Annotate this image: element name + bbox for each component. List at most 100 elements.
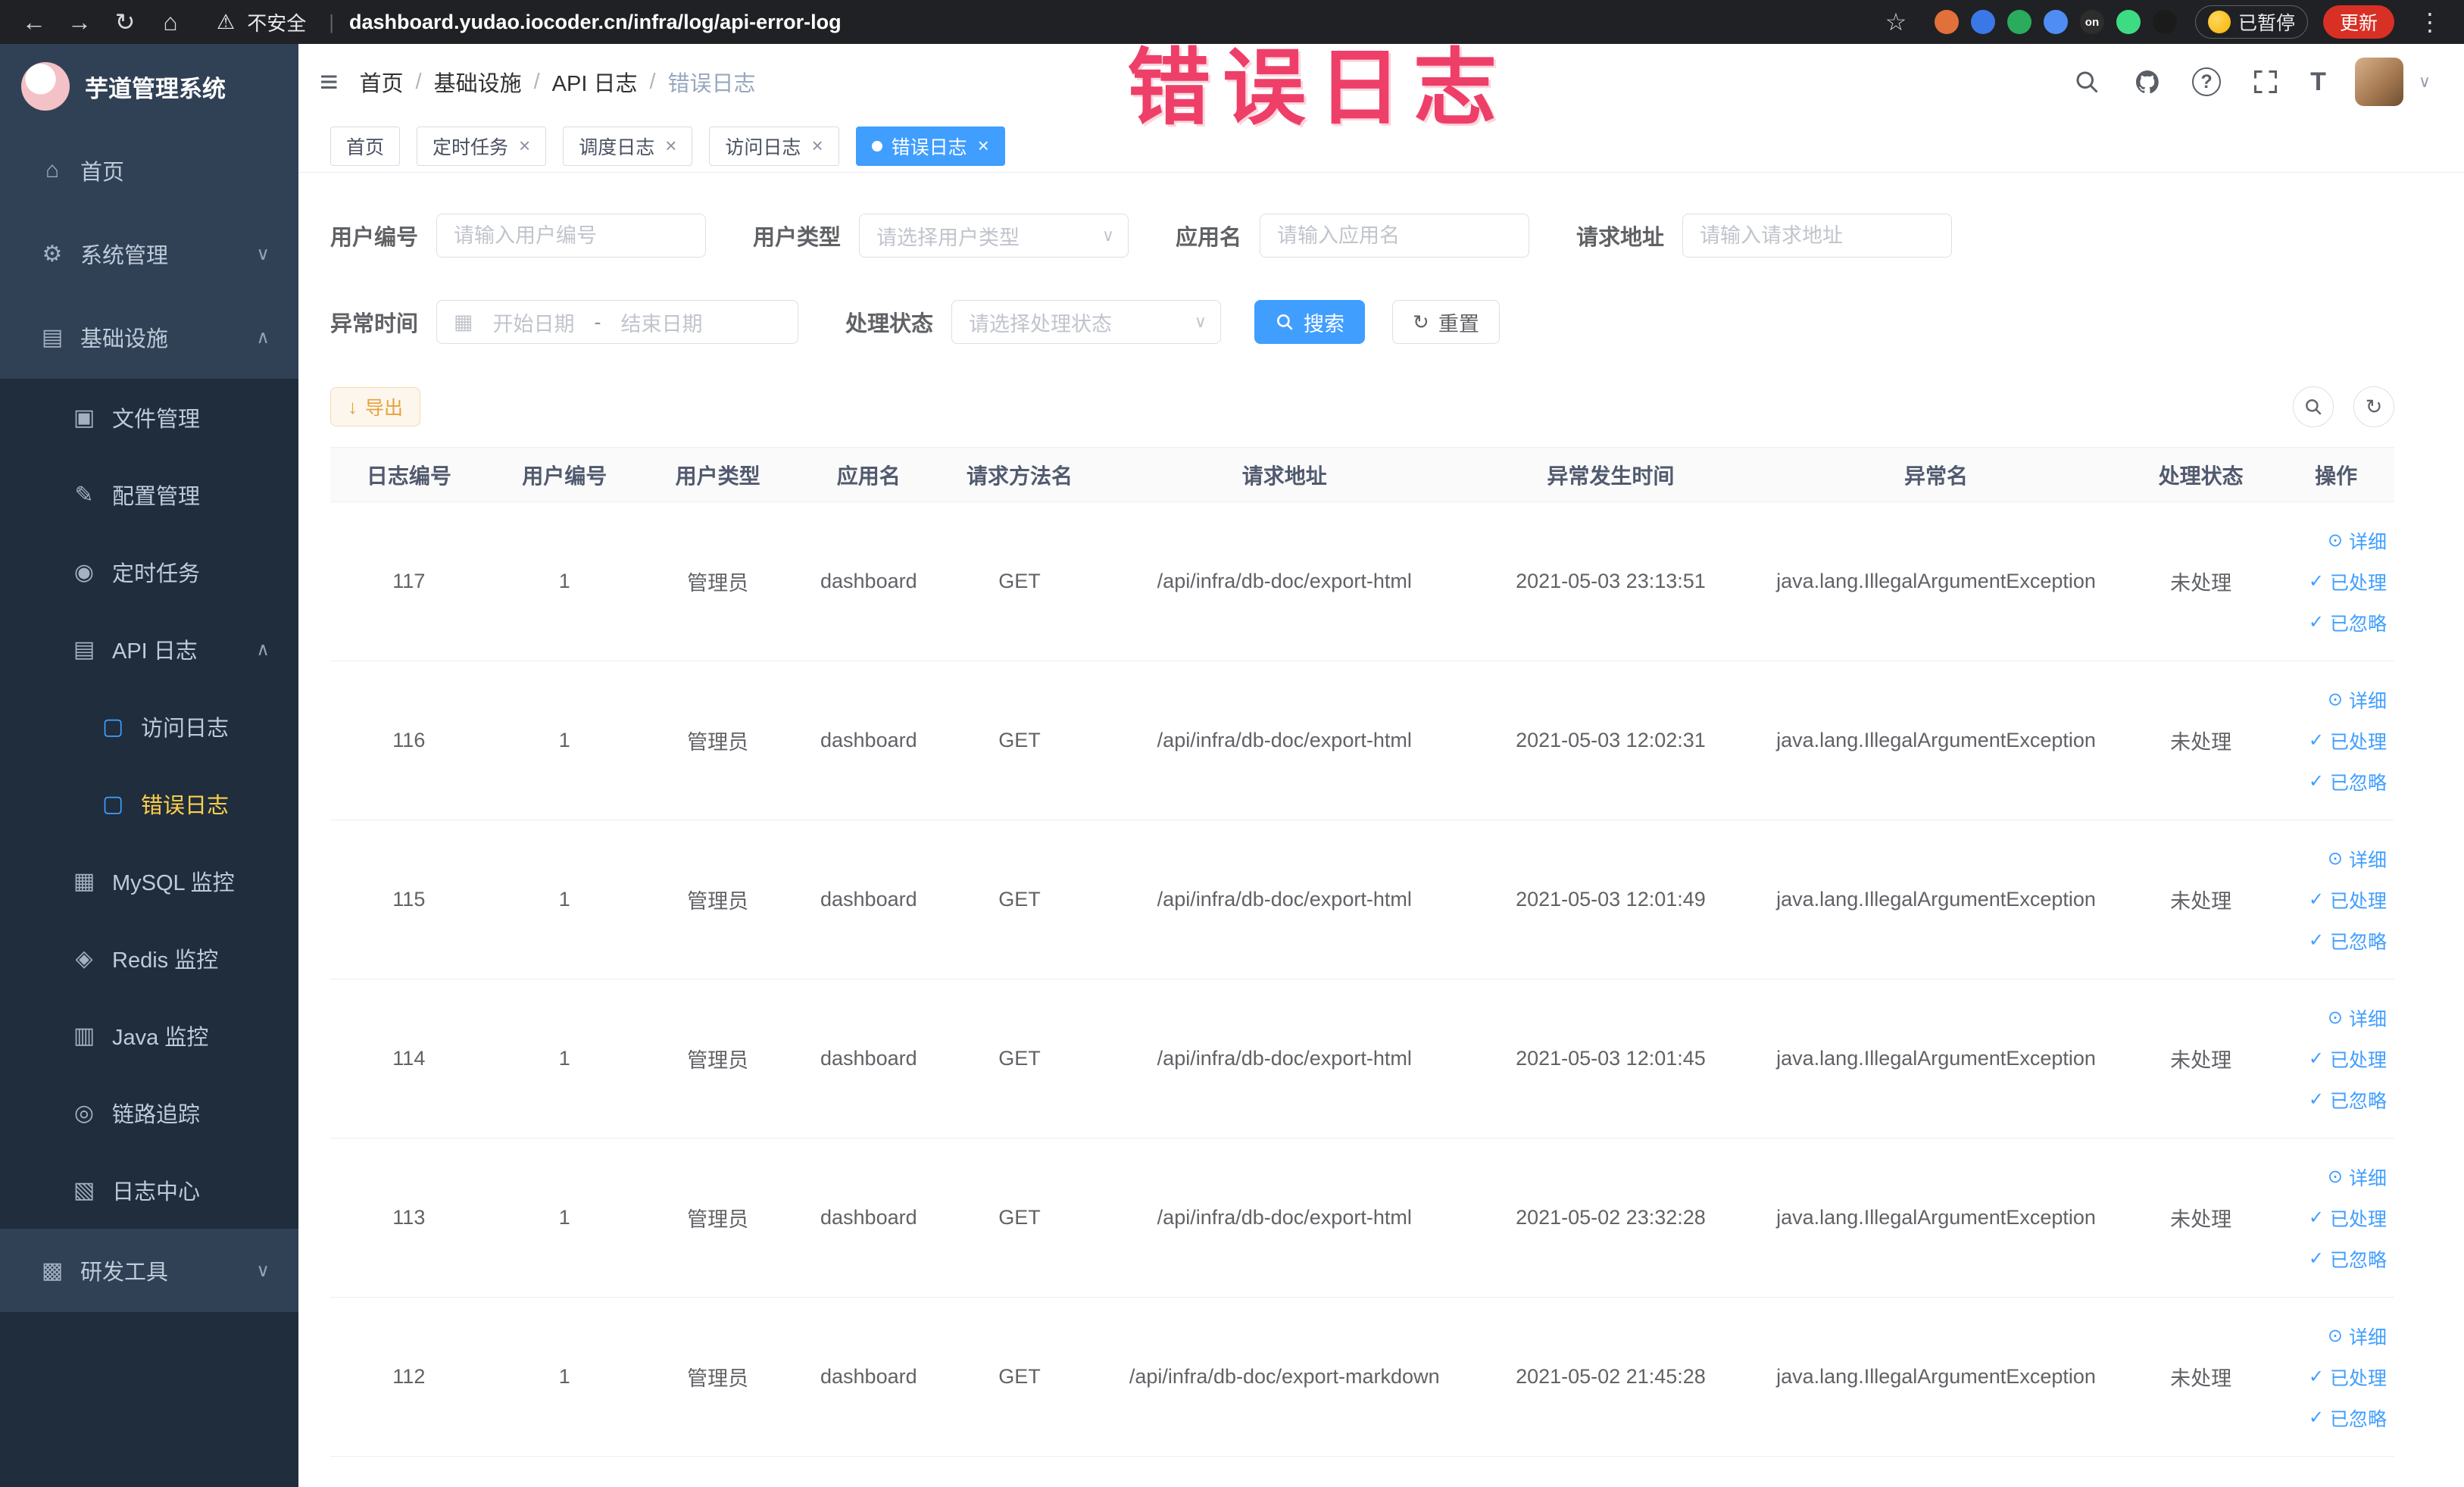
- process-status-select[interactable]: 请选择处理状态 ∨: [951, 300, 1222, 344]
- sidebar-item-mysql-monitor[interactable]: ▦ MySQL 监控: [0, 842, 298, 920]
- main-area: ≡ 首页 / 基础设施 / API 日志 / 错误日志 ? T ∨ 首页 定时任…: [298, 44, 2464, 1487]
- search-button[interactable]: 搜索: [1254, 300, 1366, 344]
- cell-time: 2021-05-03 23:13:51: [1472, 501, 1749, 661]
- action-detail[interactable]: ⊙ 详细: [2328, 527, 2387, 555]
- hamburger-icon[interactable]: ≡: [320, 64, 339, 100]
- cell-method: GET: [943, 1297, 1096, 1457]
- cell-user-id: 1: [487, 1138, 642, 1298]
- tab-error-log[interactable]: 错误日志 ×: [855, 126, 1005, 166]
- action-label: 已忽略: [2329, 1408, 2387, 1430]
- user-id-input[interactable]: [436, 214, 707, 258]
- action-processed[interactable]: ✓ 已处理: [2309, 1204, 2387, 1232]
- search-icon[interactable]: [2071, 66, 2103, 98]
- sidebar-item-api-log[interactable]: ▤ API 日志 ∧: [0, 611, 298, 688]
- paused-badge[interactable]: 已暂停: [2194, 5, 2308, 39]
- bookmark-star-icon[interactable]: ☆: [1875, 2, 1916, 42]
- security-label[interactable]: 不安全: [247, 8, 306, 36]
- infrastructure-icon: ▤: [41, 324, 64, 350]
- cell-id: 116: [330, 661, 488, 820]
- toggle-search-button[interactable]: [2293, 386, 2334, 427]
- action-detail[interactable]: ⊙ 详细: [2328, 686, 2387, 714]
- column-header: 用户编号: [487, 447, 642, 502]
- document-icon: ▢: [101, 714, 124, 739]
- exception-time-range-picker[interactable]: ▦ 开始日期 - 结束日期: [436, 300, 799, 344]
- action-detail[interactable]: ⊙ 详细: [2328, 1004, 2387, 1032]
- action-processed[interactable]: ✓ 已处理: [2309, 886, 2387, 914]
- sidebar-item-scheduled-tasks[interactable]: ◉ 定时任务: [0, 533, 298, 611]
- font-size-icon[interactable]: T: [2310, 67, 2326, 97]
- sidebar-item-trace[interactable]: ◎ 链路追踪: [0, 1074, 298, 1151]
- action-processed[interactable]: ✓ 已处理: [2309, 1364, 2387, 1391]
- view-icon: ⊙: [2327, 1007, 2343, 1028]
- home-icon: ⌂: [45, 158, 60, 183]
- close-icon[interactable]: ×: [978, 134, 989, 158]
- extension-icon-6[interactable]: [2116, 10, 2141, 34]
- action-detail[interactable]: ⊙ 详细: [2328, 1164, 2387, 1191]
- update-button[interactable]: 更新: [2322, 5, 2394, 39]
- action-ignored[interactable]: ✓ 已忽略: [2309, 1086, 2387, 1114]
- request-url-label: 请求地址: [1576, 226, 1665, 250]
- action-ignored[interactable]: ✓ 已忽略: [2309, 768, 2387, 795]
- cell-time: 2021-05-03 12:01:45: [1472, 979, 1749, 1139]
- action-detail[interactable]: ⊙ 详细: [2328, 845, 2387, 873]
- column-header: 异常发生时间: [1472, 447, 1749, 502]
- help-icon[interactable]: ?: [2192, 67, 2222, 96]
- reset-button[interactable]: ↻ 重置: [1392, 300, 1500, 344]
- action-ignored[interactable]: ✓ 已忽略: [2309, 609, 2387, 636]
- sidebar-item-java-monitor[interactable]: ▥ Java 监控: [0, 997, 298, 1074]
- action-processed[interactable]: ✓ 已处理: [2309, 1045, 2387, 1073]
- fullscreen-icon[interactable]: [2250, 66, 2281, 98]
- extension-icon-3[interactable]: [2006, 10, 2031, 34]
- check-icon: ✓: [2308, 1248, 2324, 1269]
- address-bar-url[interactable]: dashboard.yudao.iocoder.cn/infra/log/api…: [349, 11, 842, 34]
- back-icon[interactable]: ←: [14, 2, 55, 42]
- action-ignored[interactable]: ✓ 已忽略: [2309, 1245, 2387, 1273]
- action-detail[interactable]: ⊙ 详细: [2328, 1323, 2387, 1350]
- extension-icon-7[interactable]: [2152, 10, 2177, 34]
- tab-schedule-log[interactable]: 调度日志 ×: [563, 126, 693, 166]
- sidebar-item-access-log[interactable]: ▢ 访问日志: [0, 688, 298, 765]
- folder-icon: ▣: [73, 405, 95, 430]
- extension-icon-2[interactable]: [1970, 10, 1995, 34]
- forward-icon[interactable]: →: [59, 2, 100, 42]
- extension-icon-1[interactable]: [1934, 10, 1959, 34]
- request-url-input[interactable]: [1682, 214, 1953, 258]
- breadcrumb-item[interactable]: 基础设施: [434, 66, 522, 98]
- refresh-table-button[interactable]: ↻: [2353, 386, 2394, 427]
- sidebar-item-redis-monitor[interactable]: ◈ Redis 监控: [0, 920, 298, 997]
- app-name-input[interactable]: [1260, 214, 1530, 258]
- close-icon[interactable]: ×: [811, 134, 823, 158]
- kebab-menu-icon[interactable]: ⋮: [2409, 2, 2450, 42]
- tab-timed-task[interactable]: 定时任务 ×: [417, 126, 547, 166]
- user-type-select[interactable]: 请选择用户类型 ∨: [859, 214, 1129, 258]
- cell-exception: java.lang.IllegalArgumentException: [1748, 1138, 2124, 1298]
- sidebar-logo[interactable]: 芋道管理系统: [0, 44, 298, 129]
- avatar-caret-icon[interactable]: ∨: [2419, 72, 2431, 92]
- breadcrumb-item[interactable]: API 日志: [552, 66, 638, 98]
- extension-icon-4[interactable]: [2043, 10, 2068, 34]
- close-icon[interactable]: ×: [665, 134, 676, 158]
- action-processed[interactable]: ✓ 已处理: [2309, 568, 2387, 595]
- action-processed[interactable]: ✓ 已处理: [2309, 727, 2387, 754]
- browser-home-icon[interactable]: ⌂: [150, 2, 191, 42]
- sidebar-item-infrastructure[interactable]: ▤ 基础设施 ∧: [0, 295, 298, 379]
- user-avatar[interactable]: [2354, 58, 2403, 106]
- sidebar-item-error-log[interactable]: ▢ 错误日志: [0, 765, 298, 842]
- extension-icon-5[interactable]: on: [2079, 10, 2104, 34]
- sidebar-item-home[interactable]: ⌂ 首页: [0, 129, 298, 212]
- tab-access-log[interactable]: 访问日志 ×: [709, 126, 839, 166]
- table-row: 114 1 管理员 dashboard GET/api/infra/db-doc/exp…: [330, 979, 2394, 1139]
- breadcrumb-item[interactable]: 首页: [360, 66, 404, 98]
- sidebar-item-dev-tools[interactable]: ▩ 研发工具 ∨: [0, 1229, 298, 1312]
- sidebar-item-config-management[interactable]: ✎ 配置管理: [0, 456, 298, 533]
- action-ignored[interactable]: ✓ 已忽略: [2309, 1404, 2387, 1432]
- sidebar-item-file-management[interactable]: ▣ 文件管理: [0, 379, 298, 456]
- sidebar-item-log-center[interactable]: ▧ 日志中心: [0, 1151, 298, 1229]
- export-button[interactable]: ↓ 导出: [330, 387, 421, 426]
- action-ignored[interactable]: ✓ 已忽略: [2309, 927, 2387, 954]
- reload-icon[interactable]: ↻: [105, 2, 145, 42]
- tab-home[interactable]: 首页: [330, 126, 401, 166]
- github-icon[interactable]: [2131, 66, 2163, 98]
- close-icon[interactable]: ×: [519, 134, 530, 158]
- sidebar-item-system-management[interactable]: ⚙ 系统管理 ∨: [0, 212, 298, 295]
